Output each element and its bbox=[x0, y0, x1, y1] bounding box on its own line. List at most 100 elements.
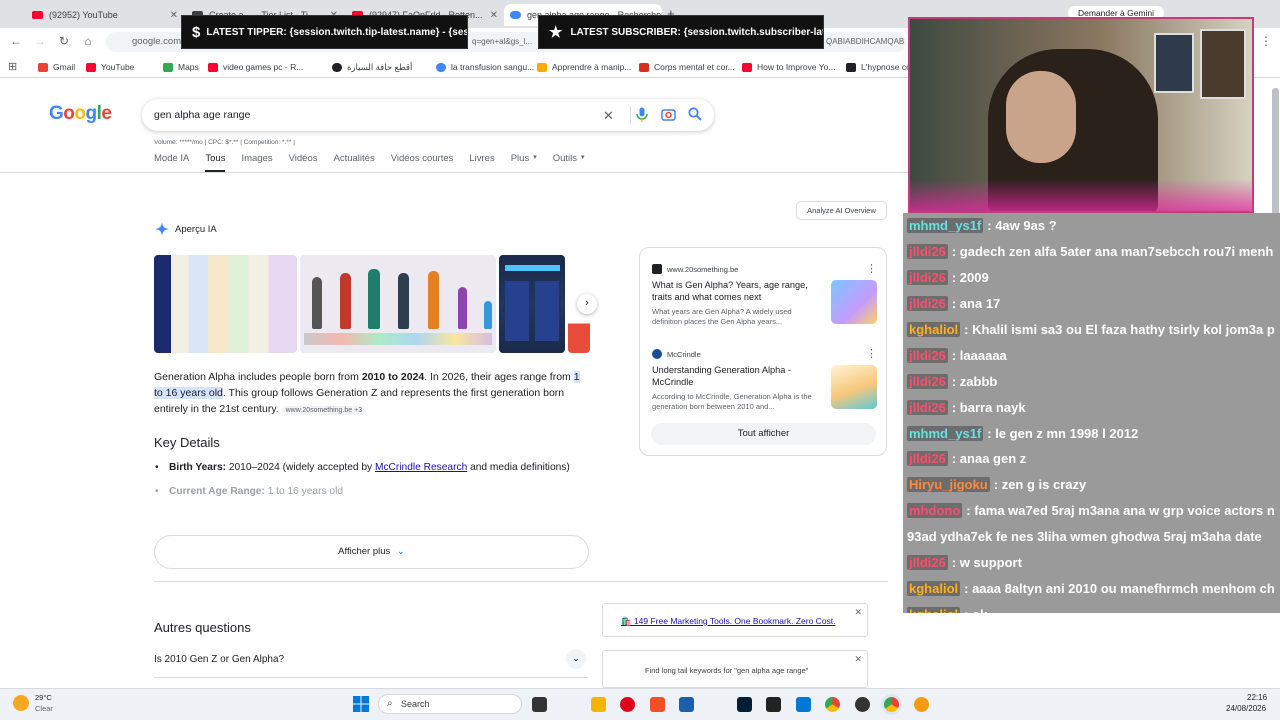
search-input[interactable]: gen alpha age range bbox=[154, 109, 250, 121]
chat-username[interactable]: kghaliol bbox=[907, 322, 961, 337]
latest-subscriber-banner: ★ LATEST SUBSCRIBER: {session.twitch.subs… bbox=[538, 15, 824, 49]
chat-username[interactable]: jlldi26 bbox=[907, 451, 948, 467]
youtube-icon bbox=[86, 62, 96, 72]
search-icon[interactable] bbox=[688, 107, 702, 121]
chat-username[interactable]: jlldi26 bbox=[907, 270, 948, 286]
bookmark-gmail[interactable]: Gmail bbox=[38, 62, 75, 72]
source-card[interactable]: McCrindle Understanding Generation Alpha… bbox=[652, 347, 877, 412]
more-options-icon[interactable]: ⋮ bbox=[866, 262, 877, 275]
image-generations-people[interactable] bbox=[300, 255, 496, 353]
more-options-icon[interactable]: ⋮ bbox=[866, 347, 877, 360]
tab-outils[interactable]: Outils bbox=[553, 153, 577, 172]
chevron-down-icon[interactable]: ⌄ bbox=[566, 649, 586, 669]
bookmark-youtube[interactable]: YouTube bbox=[86, 62, 134, 72]
windows-start-icon[interactable] bbox=[353, 696, 369, 712]
tab-youtube[interactable]: (92952) YouTube ✕ bbox=[26, 4, 184, 26]
home-icon[interactable]: ⌂ bbox=[80, 34, 96, 48]
ad-link[interactable]: 🛍️ 149 Free Marketing Tools. One Bookmar… bbox=[621, 616, 836, 627]
sparkle-icon bbox=[155, 222, 169, 236]
bookmark-transfusion[interactable]: la transfusion sangu... bbox=[436, 62, 534, 72]
chat-text: : 4aw 9as ? bbox=[987, 218, 1057, 234]
source-card[interactable]: www.20something.be What is Gen Alpha? Ye… bbox=[652, 262, 877, 327]
photoshop-icon[interactable] bbox=[737, 697, 752, 712]
weather-temp[interactable]: 29°C bbox=[35, 693, 52, 702]
reload-icon[interactable]: ↻ bbox=[56, 34, 72, 48]
analyze-ai-overview-button[interactable]: Analyze AI Overview bbox=[796, 201, 887, 220]
google-logo[interactable]: Google bbox=[49, 103, 112, 125]
task-view-icon[interactable] bbox=[532, 697, 547, 712]
chat-username[interactable]: jlldi26 bbox=[907, 555, 948, 571]
caret-down-icon: ▾ bbox=[581, 154, 585, 161]
chat-username[interactable]: jlldi26 bbox=[907, 373, 948, 389]
tab-videos[interactable]: Vidéos bbox=[289, 153, 318, 172]
youtube-icon bbox=[32, 11, 43, 19]
gmail-icon bbox=[38, 62, 48, 72]
bookmark-apprendre[interactable]: Apprendre à manip... bbox=[537, 62, 631, 72]
app-icon[interactable] bbox=[914, 697, 929, 712]
chat-username[interactable]: mhmd_ys1f bbox=[907, 218, 984, 234]
camera-lens-icon[interactable] bbox=[661, 107, 676, 122]
bookmark-corps[interactable]: Corps mental et cor... bbox=[639, 62, 735, 72]
bookmark-videogames[interactable]: video games pc - R... bbox=[208, 62, 303, 72]
chat-username[interactable]: jlldi26 bbox=[907, 399, 948, 415]
ad-card[interactable]: 🛍️ 149 Free Marketing Tools. One Bookmar… bbox=[602, 603, 868, 637]
bookmark-maps[interactable]: Maps bbox=[163, 62, 199, 72]
tab-plus[interactable]: Plus bbox=[511, 153, 529, 172]
chrome-icon[interactable] bbox=[825, 697, 840, 712]
menu-icon[interactable]: ⋮ bbox=[1260, 34, 1272, 48]
tab-mode-ia[interactable]: Mode IA bbox=[154, 153, 189, 172]
image-generations-chart[interactable] bbox=[154, 255, 297, 353]
tab-videos-courtes[interactable]: Vidéos courtes bbox=[391, 153, 454, 172]
mccrindle-link[interactable]: McCrindle Research bbox=[375, 462, 467, 473]
show-all-button[interactable]: Tout afficher bbox=[651, 423, 876, 445]
app-icon[interactable] bbox=[679, 697, 694, 712]
chat-username[interactable]: jlldi26 bbox=[907, 296, 948, 312]
back-icon[interactable]: ← bbox=[8, 34, 24, 48]
close-icon[interactable]: ✕ bbox=[854, 607, 862, 618]
apps-icon[interactable]: ⊞ bbox=[8, 60, 17, 73]
stream-chat: mhmd_ys1f: 4aw 9as ? jlldi26: gadech zen … bbox=[903, 213, 1280, 613]
opera-icon[interactable] bbox=[620, 697, 635, 712]
citation-chip[interactable]: www.20something.be +3 bbox=[281, 406, 367, 415]
tab-tous[interactable]: Tous bbox=[205, 153, 226, 172]
chrome-active-icon[interactable] bbox=[884, 697, 899, 712]
close-icon[interactable]: ✕ bbox=[490, 10, 498, 21]
chat-message: jlldi26: laaaaaa bbox=[903, 342, 1280, 368]
clear-icon[interactable]: ✕ bbox=[603, 108, 614, 124]
chat-username[interactable]: kghaliol bbox=[907, 580, 961, 596]
close-icon[interactable]: ✕ bbox=[854, 654, 862, 665]
chat-text: : ana 17 bbox=[951, 296, 1001, 312]
chat-username[interactable]: mhmd_ys1f bbox=[907, 425, 984, 441]
taskbar-search[interactable]: ⌕ Search bbox=[378, 694, 522, 714]
chat-username[interactable]: kghaliol bbox=[907, 606, 961, 613]
tab-images[interactable]: Images bbox=[241, 153, 272, 172]
mic-icon[interactable] bbox=[636, 107, 648, 123]
bookmark-arabic[interactable]: أقطع حافة السيارة bbox=[332, 62, 412, 73]
divider bbox=[630, 106, 631, 124]
app-icon[interactable] bbox=[766, 697, 781, 712]
ad-card[interactable]: Find long tail keywords for "gen alpha a… bbox=[602, 650, 868, 688]
chat-username[interactable]: jlldi26 bbox=[907, 347, 948, 363]
app-icon[interactable] bbox=[650, 697, 665, 712]
tab-livres[interactable]: Livres bbox=[469, 153, 494, 172]
search-icon: ⌕ bbox=[387, 698, 393, 709]
chat-message: jlldi26: ana 17 bbox=[903, 291, 1280, 317]
show-more-button[interactable]: Afficher plus ⌄ bbox=[154, 535, 589, 569]
chat-message: kghaliol: ok bbox=[903, 601, 1280, 613]
site-icon bbox=[537, 62, 547, 72]
question-item[interactable]: Is 2010 Gen Z or Gen Alpha? bbox=[154, 654, 284, 665]
vscode-icon[interactable] bbox=[796, 697, 811, 712]
tab-actualites[interactable]: Actualités bbox=[334, 153, 375, 172]
forward-icon[interactable]: → bbox=[32, 34, 48, 48]
chat-username[interactable]: jlldi26 bbox=[907, 244, 948, 260]
chat-message: mhmd_ys1f: 4aw 9as ? bbox=[903, 213, 1280, 239]
chat-username[interactable]: mhdono bbox=[907, 503, 963, 519]
file-explorer-icon[interactable] bbox=[591, 697, 606, 712]
chat-username[interactable]: Hiryu_jigoku bbox=[907, 477, 990, 493]
clock-time[interactable]: 22:16 bbox=[1247, 693, 1267, 702]
bookmark-improve[interactable]: How to Improve Yo... bbox=[742, 62, 835, 72]
chevron-right-icon[interactable]: › bbox=[577, 294, 597, 314]
app-icon[interactable] bbox=[855, 697, 870, 712]
image-infographic[interactable] bbox=[498, 255, 566, 353]
close-icon[interactable]: ✕ bbox=[170, 10, 178, 21]
